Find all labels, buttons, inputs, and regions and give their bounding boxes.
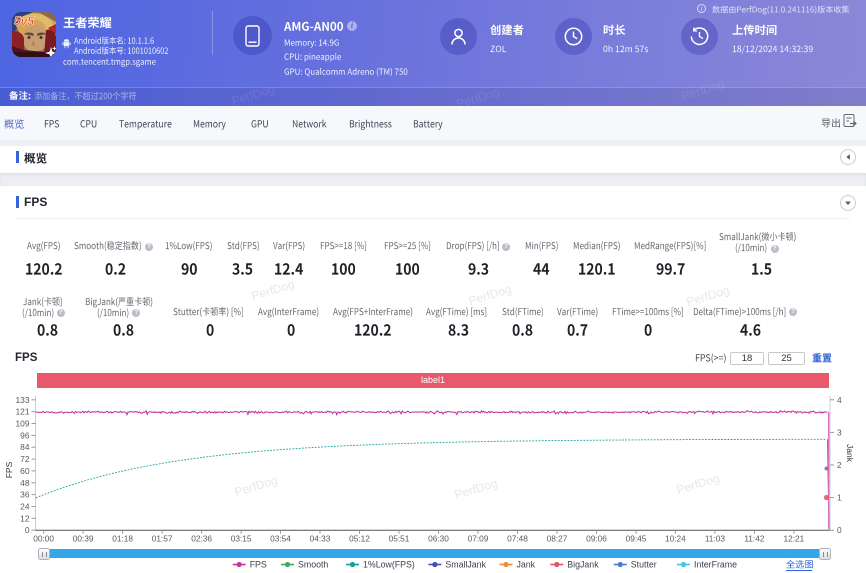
svg-text:03:54: 03:54 (270, 534, 291, 544)
svg-text:02:36: 02:36 (191, 534, 212, 544)
svg-text:133: 133 (16, 395, 30, 405)
svg-text:Jank: Jank (845, 444, 855, 463)
svg-text:Stutter: Stutter (631, 560, 657, 570)
svg-text:1: 1 (837, 493, 842, 503)
svg-text:11:03: 11:03 (705, 534, 726, 544)
svg-text:24: 24 (20, 502, 30, 512)
svg-text:121: 121 (16, 407, 30, 417)
svg-text:11:42: 11:42 (744, 534, 765, 544)
svg-text:FPS: FPS (4, 461, 14, 478)
svg-text:4: 4 (837, 395, 842, 405)
svg-text:08:27: 08:27 (547, 534, 568, 544)
svg-text:60: 60 (20, 466, 30, 476)
svg-text:BigJank: BigJank (567, 560, 599, 570)
svg-text:12:21: 12:21 (784, 534, 805, 544)
svg-text:FPS: FPS (250, 560, 267, 570)
svg-text:0: 0 (837, 525, 842, 535)
svg-text:00:39: 00:39 (73, 534, 94, 544)
svg-text:09:45: 09:45 (626, 534, 647, 544)
svg-text:01:18: 01:18 (112, 534, 133, 544)
svg-text:Jank: Jank (517, 560, 536, 570)
svg-text:09:06: 09:06 (586, 534, 607, 544)
svg-text:0: 0 (25, 525, 30, 535)
svg-text:07:48: 07:48 (507, 534, 528, 544)
svg-text:05:51: 05:51 (389, 534, 410, 544)
svg-text:12: 12 (20, 513, 30, 523)
svg-text:36: 36 (20, 490, 30, 500)
svg-text:Smooth: Smooth (298, 560, 328, 570)
svg-text:07:09: 07:09 (468, 534, 489, 544)
svg-text:48: 48 (20, 478, 30, 488)
svg-text:03:15: 03:15 (231, 534, 252, 544)
svg-text:InterFrame: InterFrame (694, 560, 737, 570)
svg-text:72: 72 (20, 454, 30, 464)
svg-text:96: 96 (20, 430, 30, 440)
svg-text:00:00: 00:00 (33, 534, 54, 544)
svg-text:04:33: 04:33 (310, 534, 331, 544)
svg-text:2: 2 (837, 460, 842, 470)
svg-text:10:24: 10:24 (665, 534, 686, 544)
svg-text:05:12: 05:12 (349, 534, 370, 544)
svg-text:01:57: 01:57 (152, 534, 173, 544)
svg-text:SmallJank: SmallJank (445, 560, 486, 570)
svg-text:84: 84 (20, 442, 30, 452)
svg-text:1%Low(FPS): 1%Low(FPS) (363, 560, 415, 570)
svg-text:109: 109 (16, 419, 30, 429)
svg-text:3: 3 (837, 427, 842, 437)
svg-text:06:30: 06:30 (428, 534, 449, 544)
